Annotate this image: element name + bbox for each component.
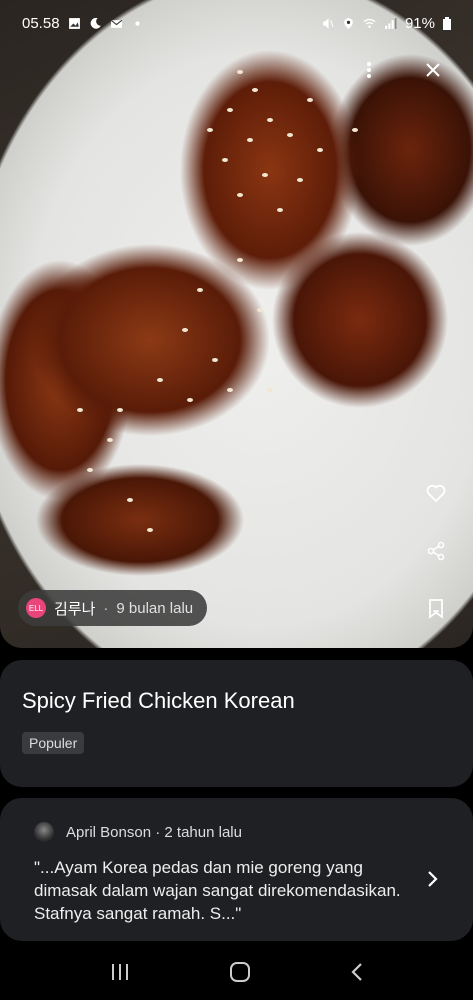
location-icon: [344, 17, 353, 29]
separator-dot: ·: [103, 599, 109, 617]
status-bar: 05.58 91%: [0, 0, 473, 46]
signal-icon: [385, 17, 397, 29]
recents-icon: [111, 963, 128, 980]
back-icon: [350, 962, 362, 981]
save-button[interactable]: [421, 594, 451, 624]
home-button[interactable]: [229, 961, 251, 988]
photo-texture: [77, 70, 358, 532]
like-button[interactable]: [421, 478, 451, 508]
system-nav-bar: [0, 948, 473, 1000]
mail-icon: [110, 19, 122, 28]
battery-percent: 91%: [404, 14, 435, 32]
more-vert-icon: [367, 62, 371, 78]
gallery-icon: [68, 17, 80, 29]
photo-author-chip[interactable]: ELL 김루나 · 9 bulan lalu: [18, 590, 208, 626]
reviewer-name: April Bonson: [66, 823, 152, 841]
photo-author-time: 9 bulan lalu: [116, 599, 194, 617]
close-button[interactable]: [419, 56, 447, 84]
recent-apps-button[interactable]: [110, 963, 130, 986]
more-options-button[interactable]: [355, 56, 383, 84]
review-time: 2 tahun lalu: [164, 823, 242, 841]
food-photo[interactable]: 05.58 91% ELL 김루나 · 9 bulan lalu: [0, 0, 473, 648]
share-icon: [427, 541, 445, 561]
author-avatar: ELL: [26, 598, 46, 618]
review-text: "...Ayam Korea pedas dan mie goreng yang…: [34, 858, 401, 923]
back-button[interactable]: [350, 962, 364, 987]
review-card[interactable]: April Bonson · 2 tahun lalu "...Ayam Kor…: [0, 798, 473, 941]
review-header: April Bonson · 2 tahun lalu: [34, 822, 242, 842]
close-icon: [426, 63, 440, 77]
reviewer-avatar: [34, 822, 54, 842]
place-title: Spicy Fried Chicken Korean: [22, 688, 295, 713]
bookmark-icon: [429, 599, 443, 619]
battery-icon: [443, 16, 451, 30]
wifi-icon: [363, 18, 376, 28]
clock: 05.58: [22, 14, 60, 32]
popular-tag: Populer: [22, 732, 85, 754]
heart-icon: [426, 484, 446, 502]
mute-icon: [323, 17, 334, 29]
moon-icon: [90, 17, 101, 29]
share-button[interactable]: [421, 536, 451, 566]
chevron-right-icon: [428, 871, 438, 887]
next-review-button[interactable]: [427, 870, 439, 893]
photo-author-name: 김루나: [54, 600, 96, 618]
home-icon: [229, 961, 250, 982]
dot-icon: [134, 20, 140, 26]
place-card[interactable]: Spicy Fried Chicken Korean Populer: [0, 660, 473, 787]
